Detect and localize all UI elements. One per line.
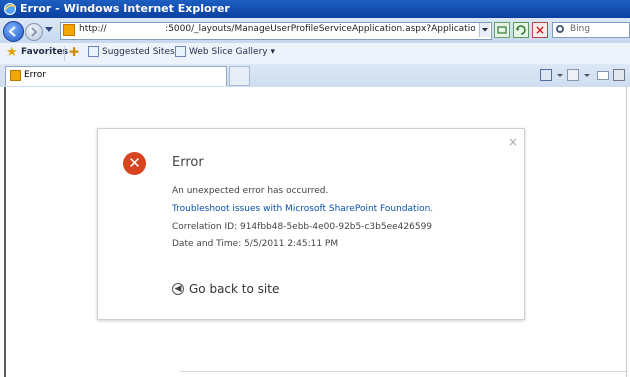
home-icon[interactable] [540,69,552,81]
error-message: An unexpected error has occurred. [172,186,329,196]
print-icon[interactable] [613,69,625,81]
address-dropdown-button[interactable] [479,23,490,37]
chevron-down-icon [482,28,488,32]
suggested-sites-link[interactable]: Suggested Sites ▾ [102,47,182,57]
forward-button[interactable] [25,23,43,41]
web-slice-gallery-link[interactable]: Web Slice Gallery ▾ [189,47,275,57]
new-tab-button[interactable] [229,66,250,86]
back-arrow-icon[interactable]: ◀ [172,283,184,295]
divider [64,46,65,61]
search-icon [556,25,564,33]
compatibility-view-button[interactable] [494,22,510,38]
window-title: Error - Windows Internet Explorer [20,2,230,15]
star-icon: ★ [6,45,18,60]
feeds-dropdown[interactable] [584,74,590,77]
web-slice-icon [175,46,186,57]
forward-arrow-icon [31,27,38,37]
ie-logo-icon [4,3,17,15]
date-time: Date and Time: 5/5/2011 2:45:11 PM [172,239,339,249]
content-frame-edge-right [626,87,627,377]
horizontal-rule [180,371,626,372]
address-url: http://xxxxxxxxxxx:5000/_layouts/ManageU… [79,24,475,34]
content-frame-edge [4,87,6,377]
home-dropdown[interactable] [557,74,563,77]
refresh-icon [516,25,526,35]
back-button[interactable] [3,21,24,42]
compatibility-icon [497,26,507,34]
troubleshoot-link[interactable]: Troubleshoot issues with Microsoft Share… [172,204,433,214]
error-x-glyph: ✕ [128,154,141,172]
search-placeholder: Bing [570,24,591,34]
add-favorites-icon[interactable]: ✚ [69,45,79,59]
stop-icon: × [534,23,546,37]
close-icon[interactable]: × [508,135,518,149]
stop-button[interactable]: × [532,22,548,38]
error-title: Error [172,155,204,170]
url-redacted: xxxxxxxxxxx [106,24,166,34]
mail-icon[interactable] [597,71,609,80]
refresh-button[interactable] [513,22,529,38]
correlation-id: Correlation ID: 914fbb48-5ebb-4e00-92b5-… [172,222,433,232]
feeds-icon[interactable] [567,69,579,81]
suggested-sites-icon [88,46,99,57]
page-favicon-icon [63,24,75,36]
back-arrow-icon [8,26,16,37]
recent-pages-dropdown[interactable] [45,27,53,32]
tab-favicon-icon [10,70,21,81]
tab-label: Error [24,70,46,80]
favorites-button[interactable]: Favorites [21,47,68,57]
go-back-link[interactable]: Go back to site [189,282,279,296]
